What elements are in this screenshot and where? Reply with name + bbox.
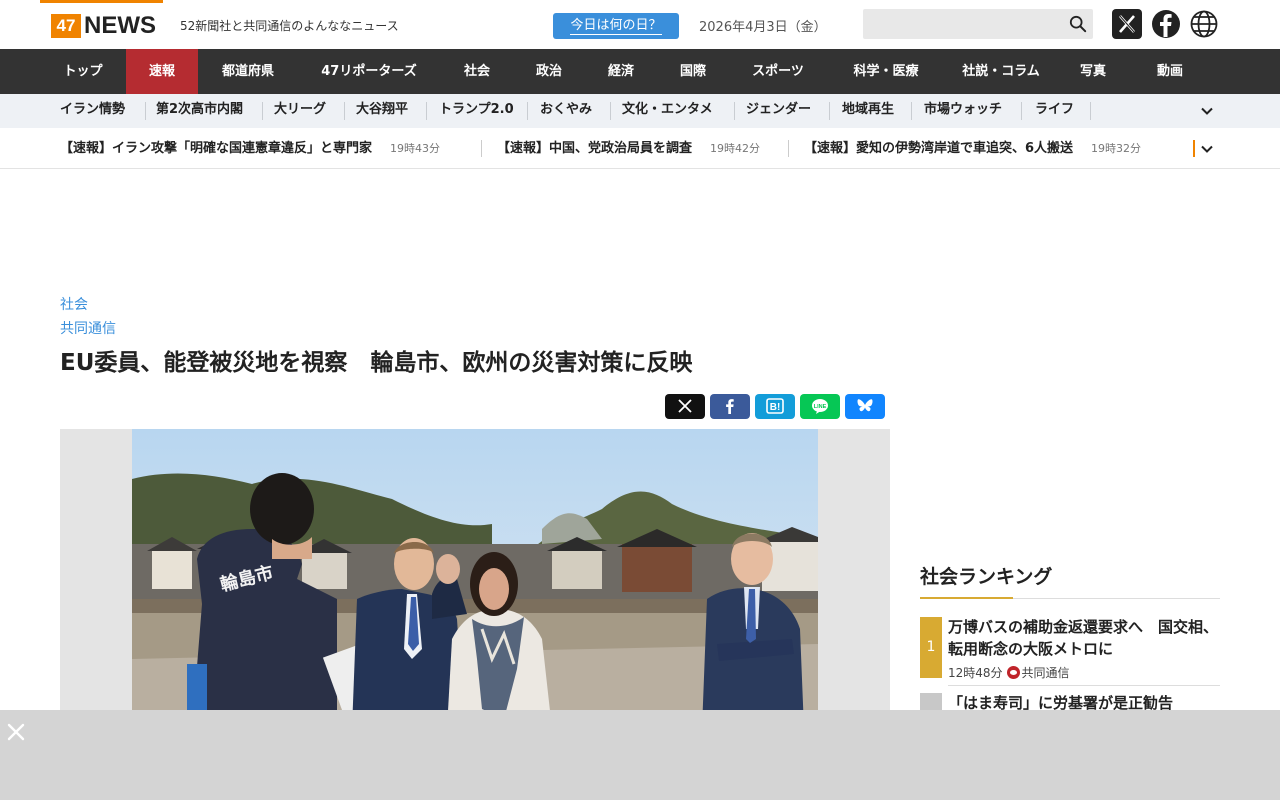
- logo-number: 47: [51, 14, 81, 38]
- chevron-down-icon[interactable]: [1200, 104, 1214, 118]
- line-icon: LINE: [812, 399, 828, 414]
- topic-nav-item[interactable]: 市場ウォッチ: [924, 94, 1002, 128]
- topic-nav-separator: [344, 102, 345, 120]
- ticker-separator: [1193, 140, 1195, 157]
- topic-nav-separator: [1021, 102, 1022, 120]
- article-photo-frame: 輪島市: [60, 429, 890, 729]
- ticker-separator: [481, 140, 482, 157]
- nav-item[interactable]: 政治: [514, 49, 584, 94]
- share-facebook-button[interactable]: [710, 394, 750, 419]
- nav-item[interactable]: 科学・医療: [828, 49, 944, 94]
- ranking-item[interactable]: 1 万博バスの補助金返還要求へ 国交相、転用断念の大阪メトロに 12時48分 共同…: [920, 617, 1220, 681]
- chevron-down-icon[interactable]: [1200, 142, 1214, 156]
- breaking-news-ticker: 【速報】イラン攻撃「明確な国連憲章違反」と専門家 19時43分 【速報】中国、党政治…: [0, 128, 1280, 169]
- nav-item[interactable]: スポーツ: [728, 49, 828, 94]
- ranking-item-time: 12時48分: [948, 666, 1003, 680]
- article-headline: EU委員、能登被災地を視察 輪島市、欧州の災害対策に反映: [60, 350, 693, 376]
- nav-item[interactable]: 47リポーターズ: [298, 49, 440, 94]
- topic-nav-item[interactable]: イラン情勢: [60, 94, 125, 128]
- ranking-item-source: 共同通信: [1021, 666, 1070, 680]
- facebook-f-icon: [726, 399, 734, 414]
- ranking-title: 社会ランキング: [920, 566, 1053, 588]
- breaking-news-item[interactable]: 【速報】愛知の伊勢湾岸道で車追突、6人搬送 19時32分: [804, 128, 1141, 169]
- nav-item[interactable]: 写真: [1058, 49, 1128, 94]
- topic-nav-item[interactable]: 文化・エンタメ: [622, 94, 713, 128]
- share-hatena-button[interactable]: B!: [755, 394, 795, 419]
- article-source[interactable]: 共同通信: [60, 318, 116, 338]
- breaking-news-time: 19時42分: [710, 142, 761, 155]
- ranking-item-title: 万博バスの補助金返還要求へ 国交相、転用断念の大阪メトロに: [948, 618, 1219, 658]
- topic-nav-item[interactable]: 大谷翔平: [356, 94, 408, 128]
- today-in-history-button[interactable]: 今日は何の日？: [553, 13, 679, 39]
- breaking-news-time: 19時32分: [1091, 142, 1142, 155]
- logo-accent-bar: [40, 0, 163, 3]
- topic-nav-separator: [1090, 102, 1091, 120]
- x-icon: [678, 399, 692, 413]
- topic-nav-separator: [426, 102, 427, 120]
- bottom-ad-overlay: [0, 710, 1280, 800]
- topic-nav-separator: [734, 102, 735, 120]
- hatena-bookmark-icon: B!: [766, 398, 784, 414]
- topic-nav-separator: [262, 102, 263, 120]
- ranking-accent: [920, 597, 1013, 599]
- topic-nav-item[interactable]: 大リーグ: [274, 94, 326, 128]
- nav-item[interactable]: 社会: [440, 49, 514, 94]
- nav-item[interactable]: 速報: [126, 49, 198, 94]
- topic-nav: イラン情勢 第2次高市内閣 大リーグ 大谷翔平 トランプ2.0 おくやみ 文化・エンタメ ジェ…: [0, 94, 1280, 128]
- ranking-separator: [948, 685, 1220, 686]
- nav-item[interactable]: 都道府県: [198, 49, 298, 94]
- topic-nav-item[interactable]: トランプ2.0: [439, 94, 514, 128]
- breaking-news-item[interactable]: 【速報】中国、党政治局員を調査 19時42分: [497, 128, 760, 169]
- article-category[interactable]: 社会: [60, 294, 88, 314]
- nav-item[interactable]: 国際: [658, 49, 728, 94]
- nav-item[interactable]: 動画: [1128, 49, 1212, 94]
- ticker-separator: [788, 140, 789, 157]
- nav-item[interactable]: 社説・コラム: [944, 49, 1058, 94]
- site-header: 47 NEWS 52新聞社と共同通信のよんななニュース 今日は何の日？ 2026…: [0, 0, 1280, 49]
- breaking-news-item[interactable]: 【速報】イラン攻撃「明確な国連憲章違反」と専門家 19時43分: [60, 128, 440, 169]
- topic-nav-separator: [911, 102, 912, 120]
- rank-badge: 1: [920, 617, 942, 678]
- main-nav: トップ 速報 都道府県 47リポーターズ 社会 政治 経済 国際 スポーツ 科学・医療 社説・コラム…: [0, 49, 1280, 94]
- share-line-button[interactable]: LINE: [800, 394, 840, 419]
- search-box: [863, 9, 1093, 39]
- site-logo[interactable]: 47 NEWS: [40, 0, 163, 49]
- logo-word: NEWS: [84, 12, 156, 39]
- facebook-icon[interactable]: [1151, 9, 1181, 39]
- topic-nav-separator: [527, 102, 528, 120]
- kyodo-logo-icon: [1006, 666, 1020, 679]
- topic-nav-separator: [829, 102, 830, 120]
- breaking-news-title: 【速報】愛知の伊勢湾岸道で車追突、6人搬送: [804, 141, 1074, 156]
- topic-nav-separator: [610, 102, 611, 120]
- current-date: 2026年4月3日（金）: [699, 20, 827, 35]
- topic-nav-item[interactable]: おくやみ: [540, 94, 592, 128]
- topic-nav-item[interactable]: ライフ: [1035, 94, 1074, 128]
- nav-item[interactable]: 経済: [584, 49, 658, 94]
- article-photo[interactable]: 輪島市: [132, 429, 818, 729]
- nav-item[interactable]: トップ: [40, 49, 126, 94]
- globe-icon[interactable]: [1189, 9, 1219, 39]
- search-icon[interactable]: [1069, 15, 1087, 33]
- breaking-news-time: 19時43分: [390, 142, 441, 155]
- bluesky-butterfly-icon: [857, 399, 873, 412]
- topic-nav-item[interactable]: ジェンダー: [746, 94, 811, 128]
- close-icon[interactable]: [6, 722, 26, 742]
- x-twitter-icon[interactable]: [1112, 9, 1142, 39]
- search-input[interactable]: [863, 9, 1063, 39]
- breaking-news-title: 【速報】イラン攻撃「明確な国連憲章違反」と専門家: [60, 141, 373, 156]
- svg-text:B!: B!: [770, 402, 781, 413]
- topic-nav-item[interactable]: 第2次高市内閣: [156, 94, 243, 128]
- share-x-button[interactable]: [665, 394, 705, 419]
- topic-nav-item[interactable]: 地域再生: [842, 94, 894, 128]
- topic-nav-separator: [145, 102, 146, 120]
- ranking-item-meta: 12時48分 共同通信: [948, 664, 1070, 681]
- breaking-news-title: 【速報】中国、党政治局員を調査: [497, 141, 693, 156]
- share-bluesky-button[interactable]: [845, 394, 885, 419]
- svg-text:LINE: LINE: [814, 404, 827, 410]
- site-tagline: 52新聞社と共同通信のよんななニュース: [180, 19, 399, 33]
